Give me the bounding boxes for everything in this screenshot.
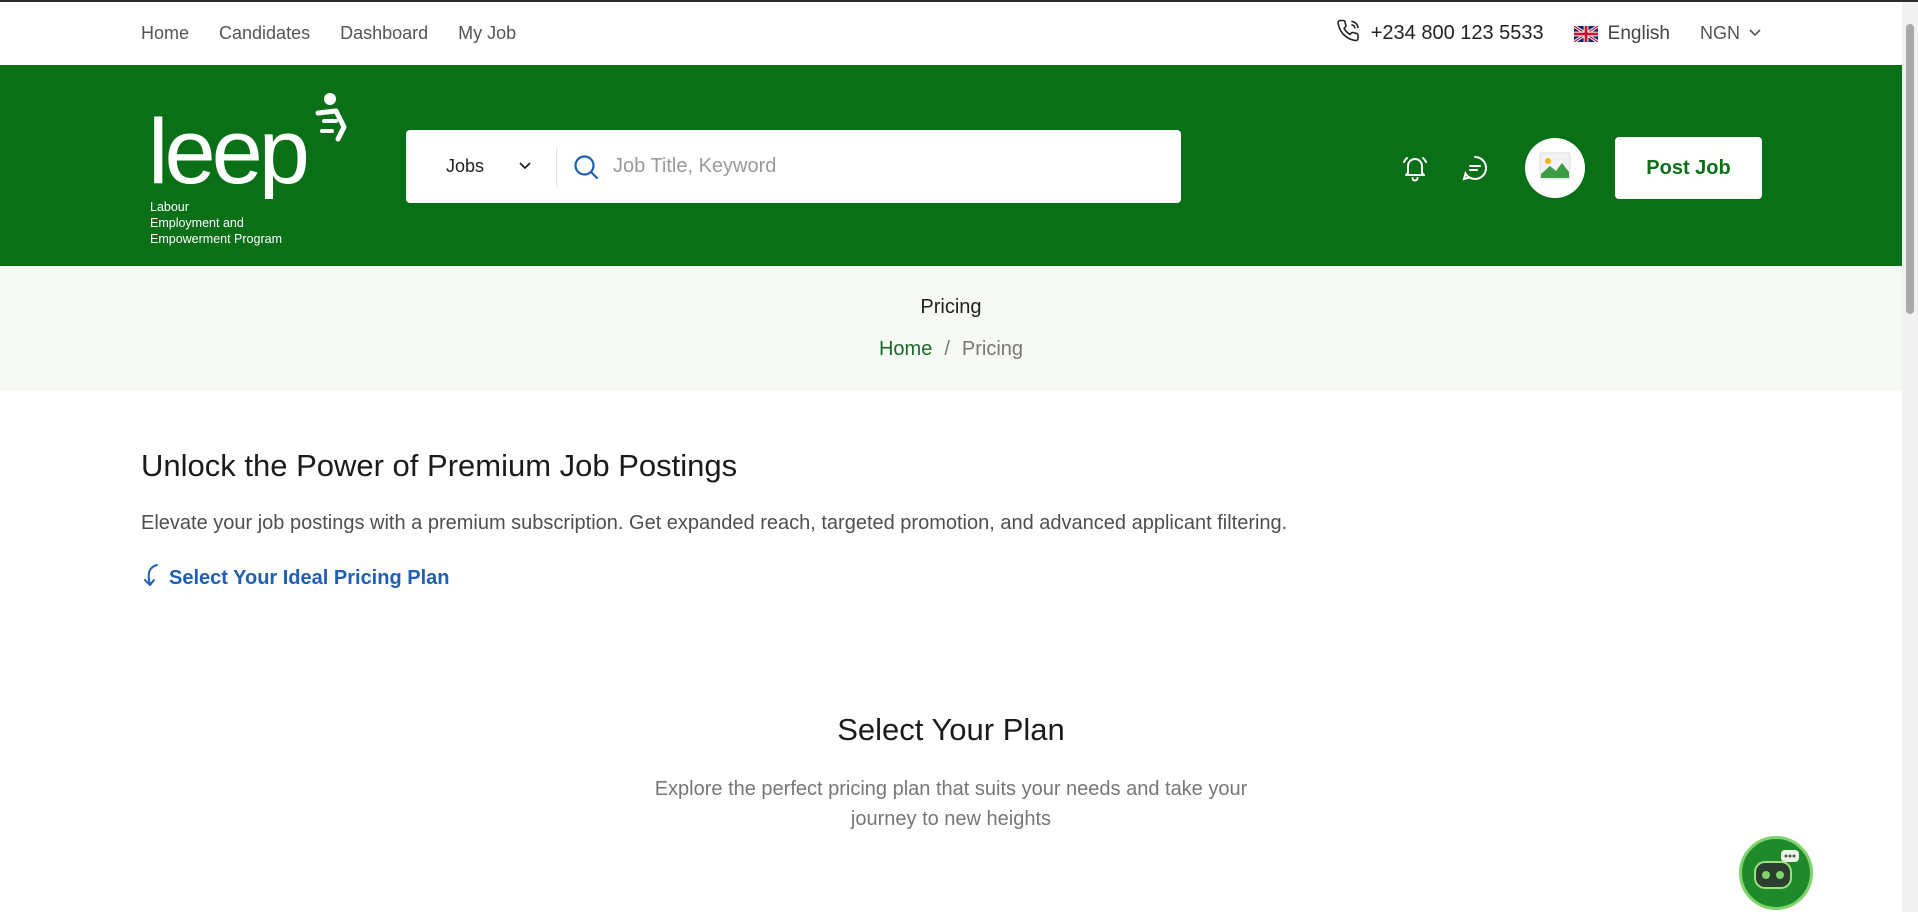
page-title: Pricing [920,296,982,318]
currency-selector[interactable]: NGN [1700,23,1762,44]
header-actions: Post Job [1395,136,1762,200]
chat-icon[interactable] [1455,148,1495,188]
hero-title: Unlock the Power of Premium Job Postings [141,448,738,483]
top-nav: Home Candidates Dashboard My Job +234 80… [0,2,1902,65]
hero-description: Elevate your job postings with a premium… [141,512,1288,534]
top-nav-links: Home Candidates Dashboard My Job [141,2,516,65]
select-pricing-plan-label: Select Your Ideal Pricing Plan [169,566,450,589]
breadcrumb: Home / Pricing [0,338,1902,361]
chevron-down-icon [518,156,532,177]
breadcrumb-separator: / [944,338,950,360]
bell-icon[interactable] [1395,148,1435,188]
select-pricing-plan-link[interactable]: Select Your Ideal Pricing Plan [141,562,449,594]
logo-subtitle: Labour Employment and Empowerment Progra… [150,199,282,247]
page-banner: Pricing Home / Pricing [0,266,1902,391]
currency-label: NGN [1700,23,1740,43]
leep-logo[interactable]: leep Labour Employment and Empowerment P… [148,91,358,246]
chatbot-button[interactable] [1739,836,1813,910]
avatar[interactable] [1525,138,1585,198]
logo-subtitle-line: Empowerment Program [150,232,282,246]
chevron-down-icon [1748,23,1762,44]
curved-arrow-icon [141,562,163,594]
uk-flag-icon [1573,25,1598,42]
phone-number: +234 800 123 5533 [1370,22,1544,44]
page-scrollbar[interactable] [1902,2,1918,912]
plans-subtitle: Explore the perfect pricing plan that su… [654,778,1248,830]
top-nav-right: +234 800 123 5533 English NGN [1337,2,1762,65]
scrollbar-thumb[interactable] [1906,24,1914,314]
search-divider [556,146,557,187]
chatbot-icon [1751,848,1801,899]
nav-link-home[interactable]: Home [141,23,189,44]
phone-icon [1337,19,1361,49]
plans-title: Select Your Plan [837,712,1065,747]
main-header: leep Labour Employment and Empowerment P… [0,65,1902,266]
search-icon [573,154,599,180]
logo-subtitle-line: Employment and [150,216,244,230]
breadcrumb-current: Pricing [961,338,1024,360]
image-avatar-icon [1539,152,1571,185]
nav-link-dashboard[interactable]: Dashboard [340,23,428,44]
nav-link-my-job[interactable]: My Job [458,23,516,44]
post-job-button[interactable]: Post Job [1615,137,1762,199]
search-input[interactable] [613,155,1181,178]
leep-logo-mark: leep [148,93,347,203]
logo-subtitle-line: Labour [150,200,189,214]
job-search-bar: Jobs [406,130,1181,203]
breadcrumb-home[interactable]: Home [879,338,932,361]
logo-text: leep [148,101,307,199]
language-selector[interactable]: English [1573,22,1670,45]
nav-link-candidates[interactable]: Candidates [219,23,310,44]
phone-contact[interactable]: +234 800 123 5533 [1337,19,1544,49]
search-category-label: Jobs [446,156,485,176]
language-label: English [1607,22,1670,44]
search-category-select[interactable]: Jobs [406,130,556,203]
